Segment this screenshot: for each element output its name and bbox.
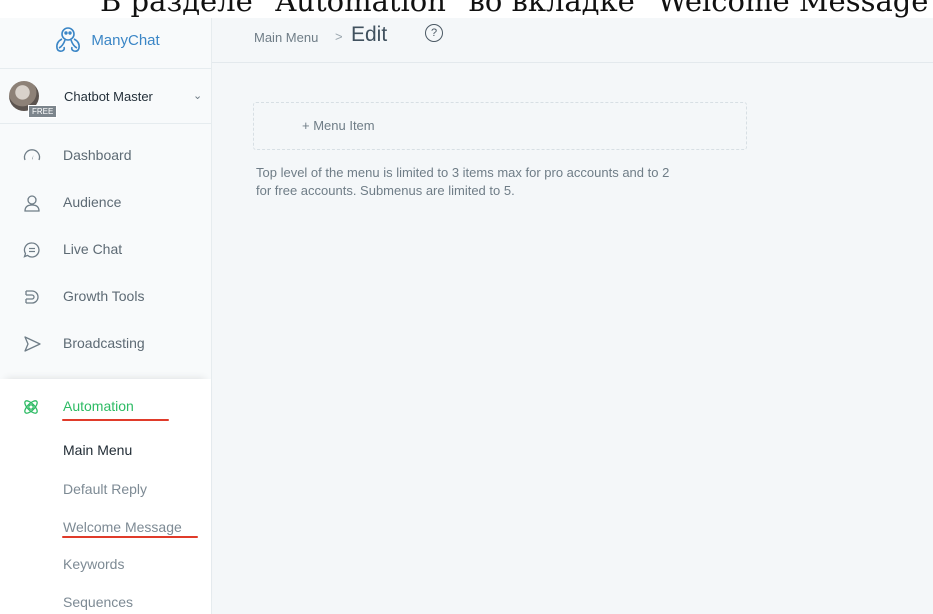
menu-limit-hint: Top level of the menu is limited to 3 it… [256, 164, 746, 200]
hint-line: for free accounts. Submenus are limited … [256, 183, 515, 198]
breadcrumb-separator: > [335, 29, 343, 44]
breadcrumb[interactable]: Main Menu [254, 30, 318, 45]
sidebar-item-label: Live Chat [63, 241, 123, 257]
main-nav: Dashboard Audience Live Chat Growth Tool… [0, 123, 211, 379]
add-menu-item-label: + Menu Item [302, 118, 375, 133]
page-header: Main Menu > Edit ? [212, 18, 933, 62]
sidebar-subitem-default-reply[interactable]: Default Reply [63, 481, 147, 497]
manychat-logo-icon [56, 27, 81, 52]
automation-label: Automation [63, 398, 134, 414]
help-icon[interactable]: ? [425, 24, 443, 42]
chat-icon [23, 242, 40, 258]
page-title: Edit [351, 23, 388, 46]
sidebar-item-live-chat[interactable]: Live Chat [0, 227, 211, 273]
sidebar-subitem-sequences[interactable]: Sequences [63, 594, 133, 610]
plan-badge: FREE [28, 105, 58, 118]
sidebar-item-label: Growth Tools [63, 288, 145, 304]
chevron-down-icon[interactable]: ⌄ [193, 89, 202, 102]
sidebar-item-growth-tools[interactable]: Growth Tools [0, 274, 211, 320]
user-icon [24, 195, 40, 212]
sidebar-subitem-welcome-message[interactable]: Welcome Message [63, 519, 182, 535]
annotation-underline [62, 419, 169, 421]
article-caption: В разделе "Automation" во вкладке "Welco… [0, 0, 933, 18]
sidebar-item-label: Dashboard [63, 147, 132, 163]
account-switcher[interactable]: FREE Chatbot Master ⌄ [0, 68, 211, 124]
sidebar: ManyChat FREE Chatbot Master ⌄ Dashboard… [0, 18, 212, 614]
gauge-icon [23, 149, 41, 161]
automation-section: Automation Main Menu Default Reply Welco… [0, 379, 211, 614]
header-divider [212, 62, 933, 63]
atom-icon [24, 400, 38, 414]
caption-text: В разделе "Automation" во вкладке "Welco… [100, 0, 933, 18]
sidebar-item-broadcasting[interactable]: Broadcasting [0, 321, 211, 367]
sidebar-subitem-keywords[interactable]: Keywords [63, 556, 124, 572]
sidebar-item-dashboard[interactable]: Dashboard [0, 133, 211, 179]
sidebar-item-label: Broadcasting [63, 335, 145, 351]
sidebar-item-audience[interactable]: Audience [0, 180, 211, 226]
hint-line: Top level of the menu is limited to 3 it… [256, 165, 670, 180]
magnet-icon [25, 290, 39, 304]
sidebar-item-label: Audience [63, 194, 122, 210]
brand[interactable]: ManyChat [0, 18, 211, 62]
account-name: Chatbot Master [64, 89, 153, 104]
brand-name: ManyChat [91, 31, 160, 49]
add-menu-item-button[interactable]: + Menu Item [253, 102, 747, 150]
annotation-underline [62, 536, 198, 538]
sidebar-subitem-main-menu[interactable]: Main Menu [63, 442, 132, 458]
send-icon [24, 336, 41, 352]
